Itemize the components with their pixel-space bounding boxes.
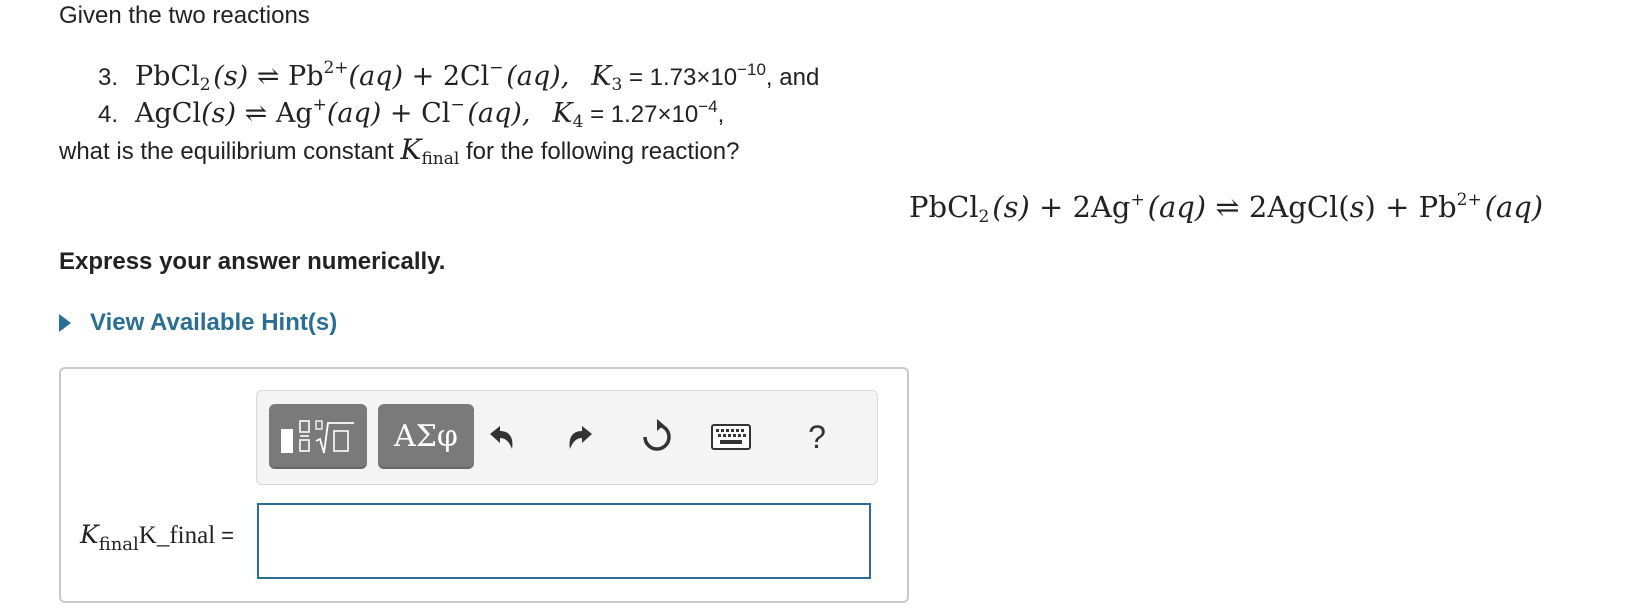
undo-icon xyxy=(490,426,513,449)
answer-instruction: Express your answer numerically. xyxy=(59,248,446,275)
answer-label: KfinalK_final = xyxy=(80,520,235,555)
equilibrium-arrow-icon: ⇌ xyxy=(1215,190,1240,224)
reaction-number: 3. xyxy=(98,64,119,91)
target-reaction: PbCl2 (s) + 2Ag+ (aq) ⇌ 2AgCl(s) + Pb2+ … xyxy=(909,190,1544,227)
templates-button[interactable] xyxy=(269,404,367,469)
undo-button[interactable] xyxy=(479,415,523,459)
k4-value: = 1.27×10−4, xyxy=(583,97,725,128)
help-button[interactable]: ? xyxy=(795,415,839,459)
k3-value: = 1.73×10−10, and xyxy=(622,60,820,91)
reaction-4: 4. AgCl(s) ⇌ Ag+(aq) + Cl− (aq), K4 = 1.27… xyxy=(98,95,819,132)
reset-icon xyxy=(643,419,671,451)
equilibrium-arrow-icon: ⇌ xyxy=(244,98,268,129)
reaction-equation: AgCl(s) ⇌ Ag+(aq) + Cl− (aq), K4 xyxy=(135,95,584,132)
intro-text: Given the two reactions xyxy=(59,2,310,29)
reaction-list: 3. PbCl2 (s) ⇌ Pb2+(aq) + 2Cl− (aq), K3 = … xyxy=(98,58,819,132)
redo-button[interactable] xyxy=(559,415,603,459)
caret-right-icon xyxy=(59,314,71,332)
view-hints-link[interactable]: View Available Hint(s) xyxy=(59,309,337,337)
reaction-3: 3. PbCl2 (s) ⇌ Pb2+(aq) + 2Cl− (aq), K3 = … xyxy=(98,58,819,95)
reaction-number: 4. xyxy=(98,101,119,128)
keyboard-button[interactable] xyxy=(709,415,753,459)
redo-icon xyxy=(569,426,592,449)
greek-symbols-button[interactable]: ΑΣφ xyxy=(378,404,474,469)
math-toolbar: ΑΣφ ? xyxy=(256,390,878,485)
answer-input[interactable] xyxy=(257,503,871,579)
keyboard-icon xyxy=(711,424,751,450)
help-icon: ? xyxy=(808,418,826,455)
equilibrium-arrow-icon: ⇌ xyxy=(256,61,280,92)
reset-button[interactable] xyxy=(635,415,679,459)
question-text: what is the equilibrium constant Kfinal … xyxy=(59,133,740,169)
templates-icon xyxy=(281,419,354,453)
reaction-equation: PbCl2 (s) ⇌ Pb2+(aq) + 2Cl− (aq), K3 xyxy=(135,58,623,95)
